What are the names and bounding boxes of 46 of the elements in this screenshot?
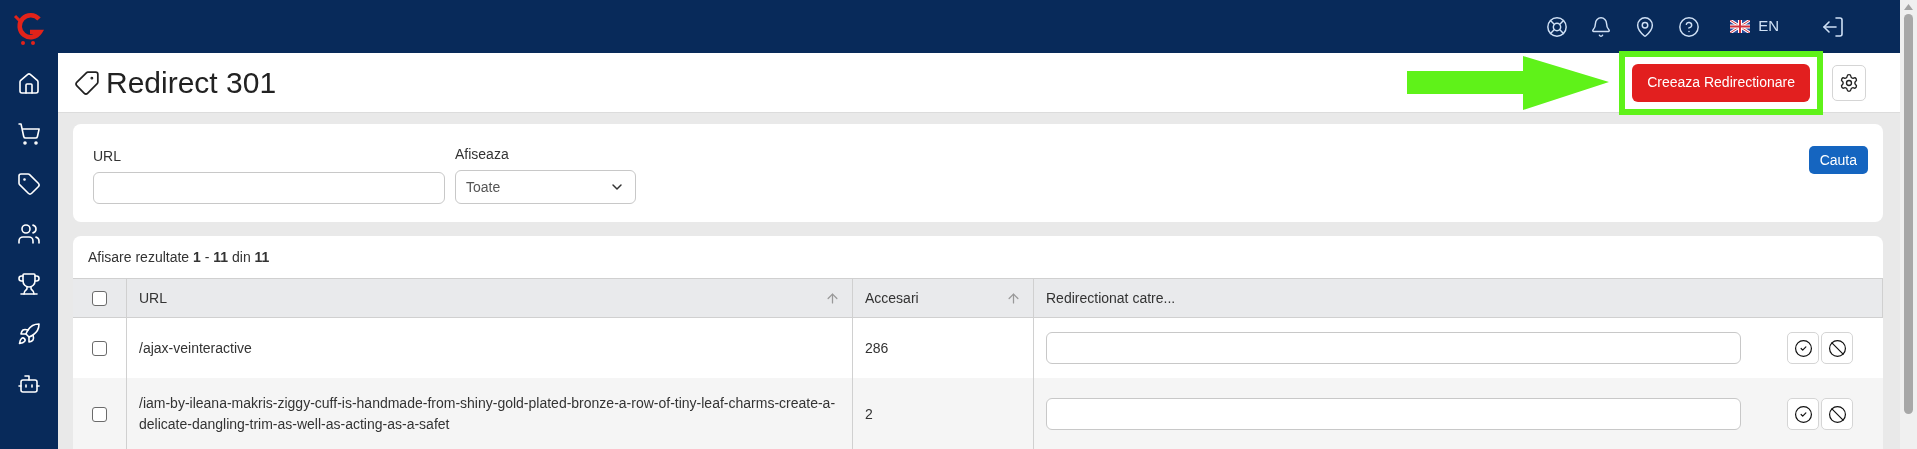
exit-icon[interactable] (1821, 14, 1845, 39)
users-icon[interactable] (17, 222, 41, 246)
url-cell-text: /iam-by-ileana-makris-ziggy-cuff-is-handmade-from-shiny-gold-plated-bronze-a-row-of-tiny-leaf-charms-create-a-delicate-dangling-trim-as-well-as-acting-as-a-safet (139, 394, 837, 434)
url-field[interactable] (93, 172, 445, 204)
url-cell-text: /ajax-veinteractive (139, 338, 252, 358)
hits-cell-text: 286 (865, 338, 889, 358)
redirect-target-field[interactable] (1046, 398, 1741, 430)
cart-icon[interactable] (17, 122, 41, 146)
column-header[interactable]: Redirectionat catre... (1046, 287, 1176, 309)
cancel-button[interactable] (1821, 332, 1853, 364)
create-redirect-button[interactable]: Creeaza Redirectionare (1632, 63, 1810, 102)
tag-icon (74, 69, 100, 96)
gear-icon (1839, 72, 1859, 93)
confirm-button[interactable] (1787, 332, 1819, 364)
logo-icon[interactable] (13, 12, 45, 46)
tag-icon[interactable] (17, 172, 41, 196)
url-label: URL (93, 147, 122, 166)
help-icon[interactable] (1678, 15, 1701, 38)
ban-icon (1827, 404, 1847, 424)
redirect-target-field[interactable] (1046, 332, 1741, 364)
support-icon[interactable] (1546, 15, 1569, 38)
ban-icon (1827, 338, 1847, 358)
settings-button[interactable] (1832, 64, 1866, 101)
search-button[interactable]: Cauta (1808, 146, 1868, 174)
rocket-icon[interactable] (17, 322, 41, 346)
checkbox[interactable] (92, 406, 107, 422)
show-label: Afiseaza (455, 145, 510, 164)
hits-cell-text: 2 (865, 404, 873, 424)
scrollbar[interactable] (1900, 0, 1917, 449)
home-icon[interactable] (17, 72, 41, 96)
check-circle-icon (1793, 404, 1813, 424)
check-circle-icon (1793, 338, 1813, 358)
checkbox[interactable] (92, 340, 107, 356)
results-summary: Afisare rezultate 1 - 11 din 11 (88, 247, 270, 267)
confirm-button[interactable] (1787, 398, 1819, 430)
show-select[interactable]: Toate (455, 170, 636, 204)
column-header[interactable]: URL (139, 287, 167, 309)
cancel-button[interactable] (1821, 398, 1853, 430)
column-header[interactable]: Accesari (865, 287, 919, 309)
robot-icon[interactable] (17, 372, 41, 396)
checkbox[interactable] (92, 290, 107, 306)
bell-icon[interactable] (1590, 15, 1613, 38)
language-button[interactable]: EN (1730, 15, 1779, 38)
page-title: Redirect 301 (106, 65, 277, 101)
trophy-icon[interactable] (17, 272, 41, 296)
flag-icon (1730, 20, 1751, 33)
